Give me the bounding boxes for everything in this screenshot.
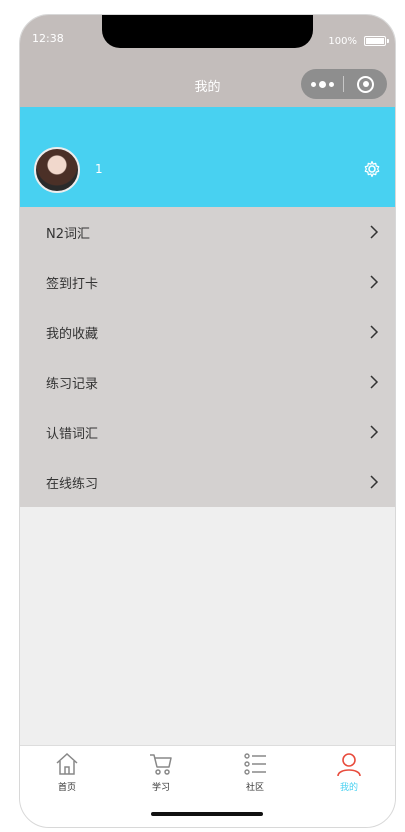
tab-label: 首页	[57, 783, 76, 793]
chevron-right-icon	[370, 275, 379, 289]
menu-item-label: 认错词汇	[46, 426, 99, 442]
status-time: 12:38	[32, 32, 64, 45]
mini-program-capsule	[301, 69, 387, 99]
battery-percent: 100%	[328, 36, 357, 47]
menu-item-label: N2词汇	[46, 226, 90, 242]
chevron-right-icon	[370, 475, 379, 489]
chevron-right-icon	[370, 225, 379, 239]
profile-header: 1	[20, 107, 395, 207]
menu-list: N2词汇 签到打卡 我的收藏 练习记录 认错词汇 在线练习	[20, 207, 395, 507]
tab-label: 学习	[151, 783, 170, 793]
menu-item-practice-records[interactable]: 练习记录	[20, 357, 395, 407]
menu-item-check-in[interactable]: 签到打卡	[20, 257, 395, 307]
phone-frame: 12:38 100% 我的 1 N2词汇 签到打卡 我的收藏 练习记录 认错词汇…	[19, 14, 396, 828]
menu-item-label: 签到打卡	[46, 276, 99, 292]
home-icon	[56, 752, 78, 775]
battery-icon	[364, 36, 389, 46]
notch	[102, 15, 313, 48]
person-icon	[337, 753, 361, 777]
menu-item-label: 练习记录	[46, 376, 99, 392]
status-bar: 12:38 100%	[20, 15, 395, 63]
menu-item-favorites[interactable]: 我的收藏	[20, 307, 395, 357]
menu-item-n2-vocab[interactable]: N2词汇	[20, 207, 395, 257]
tab-study[interactable]: 学习	[114, 751, 208, 799]
more-dots-icon[interactable]	[301, 69, 343, 99]
navigation-bar: 我的	[20, 63, 395, 107]
menu-item-wrong-words[interactable]: 认错词汇	[20, 407, 395, 457]
tab-home[interactable]: 首页	[20, 751, 114, 799]
tab-community[interactable]: 社区	[208, 751, 302, 799]
home-indicator	[151, 812, 263, 816]
gear-icon[interactable]	[363, 160, 381, 178]
cart-icon	[150, 754, 172, 775]
username: 1	[95, 162, 103, 176]
avatar[interactable]	[34, 147, 80, 193]
chevron-right-icon	[370, 425, 379, 439]
chevron-right-icon	[370, 325, 379, 339]
tab-label: 社区	[245, 783, 264, 793]
menu-item-label: 我的收藏	[46, 326, 99, 342]
menu-item-label: 在线练习	[46, 476, 99, 492]
list-icon	[244, 753, 266, 775]
close-target-icon[interactable]	[344, 75, 387, 93]
menu-item-online-practice[interactable]: 在线练习	[20, 457, 395, 507]
chevron-right-icon	[370, 375, 379, 389]
tab-mine[interactable]: 我的	[302, 751, 395, 799]
tab-label: 我的	[339, 783, 358, 793]
